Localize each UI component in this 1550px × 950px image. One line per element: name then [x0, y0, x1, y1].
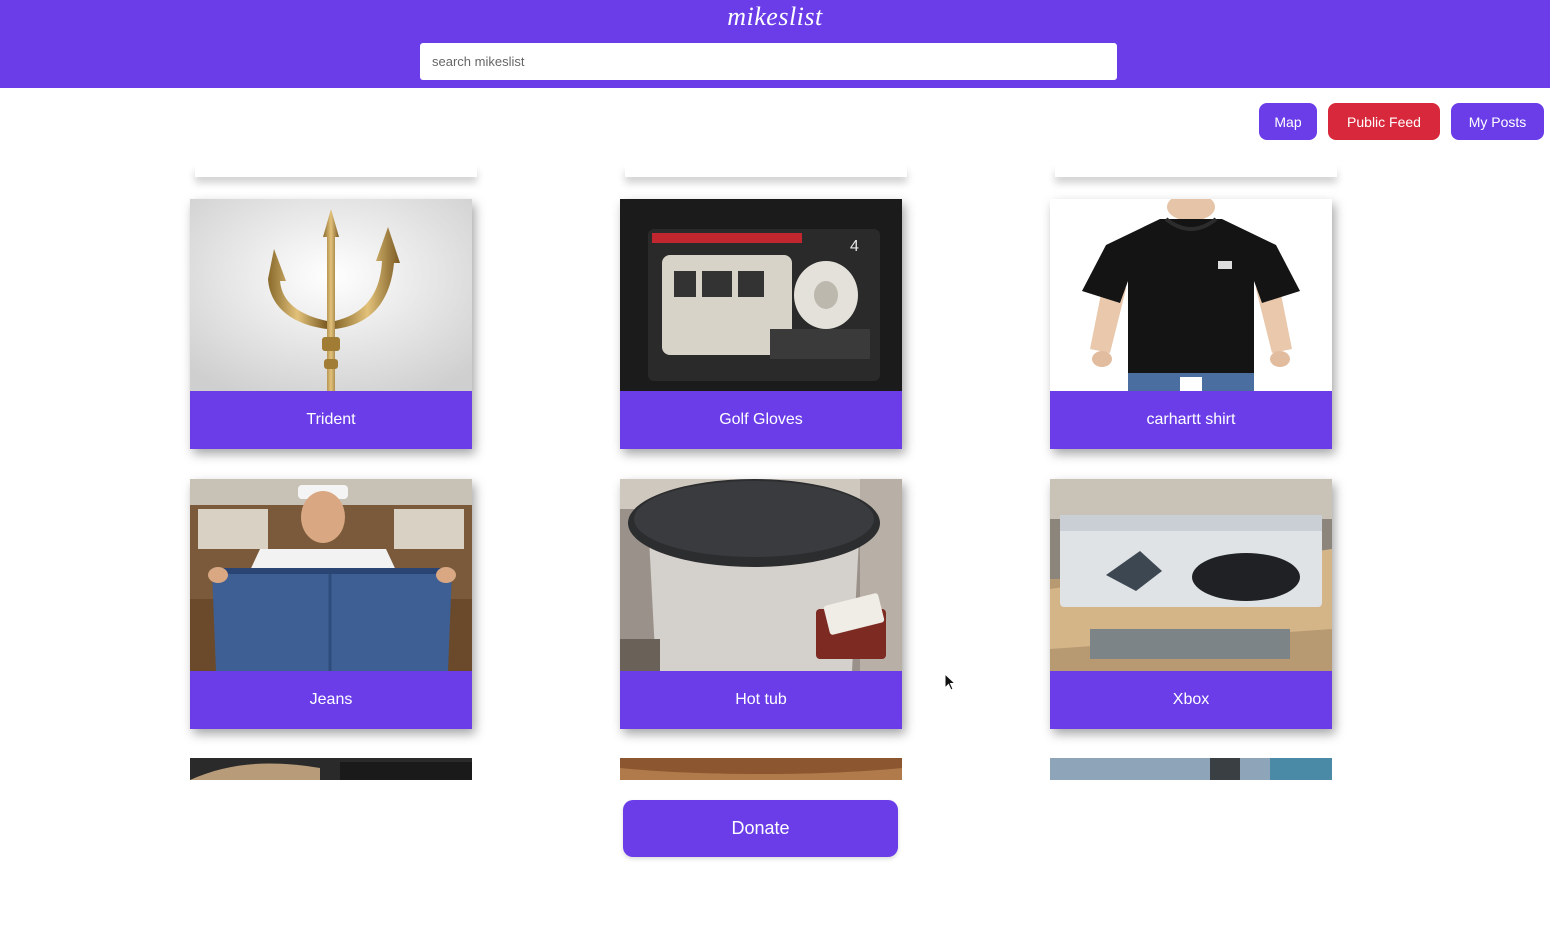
listing-card-carhartt-shirt[interactable]: carhartt shirt: [1050, 199, 1332, 449]
mouse-cursor-icon: [944, 672, 957, 696]
listing-title: Jeans: [190, 671, 472, 729]
my-posts-button[interactable]: My Posts: [1451, 103, 1544, 140]
previous-row-edge: [195, 165, 477, 177]
trident-photo: [190, 199, 472, 391]
listing-title: Trident: [190, 391, 472, 449]
svg-text:4: 4: [850, 238, 859, 255]
listing-card-jeans[interactable]: Jeans: [190, 479, 472, 729]
previous-row-edge: [1055, 165, 1337, 177]
tshirt-photo: [1050, 199, 1332, 391]
listing-title: Golf Gloves: [620, 391, 902, 449]
map-button[interactable]: Map: [1259, 103, 1317, 140]
listing-card-hot-tub[interactable]: Hot tub: [620, 479, 902, 729]
top-header: mikeslist: [0, 0, 1550, 88]
listing-card-partial[interactable]: [620, 758, 902, 780]
listing-title: Xbox: [1050, 671, 1332, 729]
listings-grid[interactable]: Trident 4 Golf Gloves carhartt shirt Jea…: [150, 165, 1390, 780]
hot-tub-photo: [620, 479, 902, 671]
listing-title: Hot tub: [620, 671, 902, 729]
listing-card-partial[interactable]: [1050, 758, 1332, 780]
search-input[interactable]: [420, 43, 1117, 80]
previous-row-edge: [625, 165, 907, 177]
listing-card-golf-gloves[interactable]: 4 Golf Gloves: [620, 199, 902, 449]
xbox-photo: [1050, 479, 1332, 671]
donate-button[interactable]: Donate: [623, 800, 898, 857]
jeans-photo: [190, 479, 472, 671]
site-logo[interactable]: mikeslist: [0, 2, 1550, 32]
listing-title: carhartt shirt: [1050, 391, 1332, 449]
public-feed-button[interactable]: Public Feed: [1328, 103, 1440, 140]
listing-card-partial[interactable]: [190, 758, 472, 780]
golf-gloves-photo: 4: [620, 199, 902, 391]
listing-card-xbox[interactable]: Xbox: [1050, 479, 1332, 729]
listing-card-trident[interactable]: Trident: [190, 199, 472, 449]
